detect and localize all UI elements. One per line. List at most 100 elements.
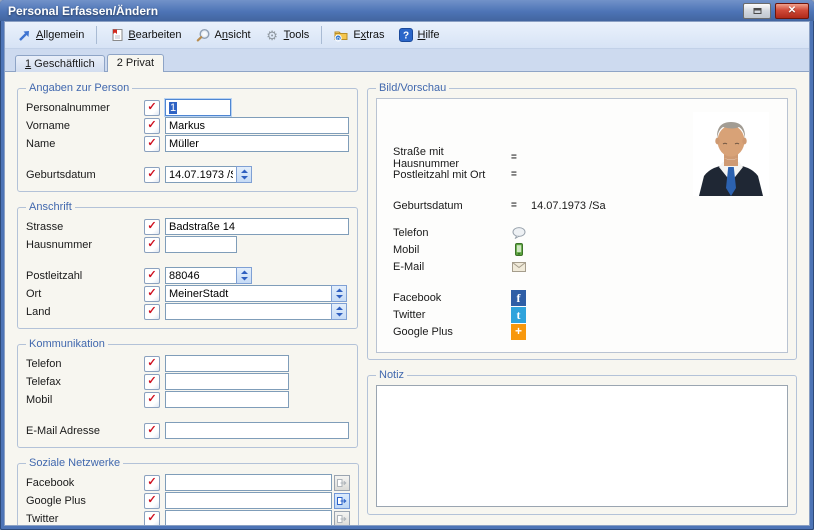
window-title: Personal Erfassen/Ändern — [8, 4, 739, 18]
geburtsdatum-label: Geburtsdatum — [26, 169, 144, 181]
telefon-label: Telefon — [26, 358, 144, 370]
spinner-icon — [335, 288, 344, 299]
group-angaben-zur-person: Angaben zur Person Personalnummer ✓ 1 Vo… — [17, 82, 358, 192]
portrait-photo — [693, 112, 769, 196]
toolbar-allgemein[interactable]: Allgemein — [11, 26, 90, 45]
facebook-label: Facebook — [26, 477, 144, 489]
toolbar-ansicht[interactable]: Ansicht — [190, 26, 257, 45]
group-kommunikation: Kommunikation Telefon ✓ Telefax ✓ Mobil … — [17, 338, 358, 448]
twitter-label: Twitter — [26, 513, 144, 525]
land-input[interactable] — [165, 303, 332, 320]
preview-google-plus-label: Google Plus — [393, 326, 511, 338]
postleitzahl-spinner[interactable] — [236, 267, 252, 284]
email-adresse-label: E-Mail Adresse — [26, 425, 144, 437]
preview-geburtsdatum-label: Geburtsdatum — [393, 200, 511, 212]
close-button[interactable]: ✕ — [775, 3, 809, 19]
phone-bubble-icon — [511, 225, 527, 241]
equals-sign: = — [511, 152, 525, 163]
preview-mobil-label: Mobil — [393, 244, 511, 256]
strasse-input[interactable] — [165, 218, 349, 235]
notiz-textarea[interactable] — [376, 385, 788, 507]
magnifier-icon — [196, 28, 211, 43]
envelope-icon — [511, 259, 527, 275]
group-title: Bild/Vorschau — [376, 82, 449, 94]
preview-strasse-label: Straße mit Hausnummer — [393, 146, 511, 170]
open-link-icon — [337, 478, 347, 488]
preview-email-label: E-Mail — [393, 261, 511, 273]
google-plus-input[interactable] — [165, 492, 332, 509]
group-title: Angaben zur Person — [26, 82, 132, 94]
svg-text:?: ? — [403, 31, 409, 42]
check-icon[interactable]: ✓ — [144, 475, 160, 491]
restore-button[interactable] — [743, 3, 771, 19]
check-icon[interactable]: ✓ — [144, 286, 160, 302]
tab-privat[interactable]: 2 Privat — [107, 54, 164, 72]
postleitzahl-label: Postleitzahl — [26, 270, 144, 282]
preview-telefon-label: Telefon — [393, 227, 511, 239]
title-bar[interactable]: Personal Erfassen/Ändern ✕ — [0, 0, 814, 21]
group-title: Soziale Netzwerke — [26, 457, 123, 469]
check-icon[interactable]: ✓ — [144, 511, 160, 526]
check-icon[interactable]: ✓ — [144, 392, 160, 408]
ort-input[interactable] — [165, 285, 332, 302]
check-icon[interactable]: ✓ — [144, 136, 160, 152]
gear-icon: ⚙ — [265, 28, 280, 43]
tab-strip: 1 Geschäftlich 2 Privat — [5, 49, 809, 71]
twitter-input[interactable] — [165, 510, 332, 525]
email-adresse-input[interactable] — [165, 422, 349, 439]
toolbar-tools[interactable]: ⚙ Tools — [259, 26, 316, 45]
left-column: Angaben zur Person Personalnummer ✓ 1 Vo… — [17, 82, 355, 517]
right-column: Bild/Vorschau — [367, 82, 797, 517]
restore-icon — [753, 7, 762, 15]
check-icon[interactable]: ✓ — [144, 219, 160, 235]
telefax-input[interactable] — [165, 373, 289, 390]
tab-content-privat: Angaben zur Person Personalnummer ✓ 1 Vo… — [5, 71, 809, 525]
open-link-icon — [337, 496, 347, 506]
mobil-label: Mobil — [26, 394, 144, 406]
toolbar-bearbeiten[interactable]: Bearbeiten — [103, 26, 187, 45]
twitter-open-button[interactable] — [334, 511, 350, 526]
vorname-input[interactable] — [165, 117, 349, 134]
app-window: Personal Erfassen/Ändern ✕ Allgemein — [0, 0, 814, 530]
google-plus-label: Google Plus — [26, 495, 144, 507]
main-toolbar: Allgemein Bearbeiten Ansicht ⚙ Tools — [5, 22, 809, 49]
check-icon[interactable]: ✓ — [144, 356, 160, 372]
facebook-open-button[interactable] — [334, 475, 350, 491]
name-label: Name — [26, 138, 144, 150]
mobil-input[interactable] — [165, 391, 289, 408]
personalnummer-label: Personalnummer — [26, 102, 144, 114]
personalnummer-input[interactable]: 1 — [165, 99, 231, 116]
mobile-phone-icon — [511, 242, 527, 258]
check-icon[interactable]: ✓ — [144, 268, 160, 284]
toolbar-hilfe[interactable]: ? Hilfe — [393, 26, 446, 45]
ort-label: Ort — [26, 288, 144, 300]
check-icon[interactable]: ✓ — [144, 167, 160, 183]
geburtsdatum-input[interactable] — [165, 166, 237, 183]
spinner-icon — [335, 306, 344, 317]
group-anschrift: Anschrift Strasse ✓ Hausnummer ✓ Postlei… — [17, 201, 358, 329]
spinner-icon — [240, 270, 249, 281]
geburtsdatum-spinner[interactable] — [236, 166, 252, 183]
check-icon[interactable]: ✓ — [144, 118, 160, 134]
group-bild-vorschau: Bild/Vorschau — [367, 82, 797, 360]
google-plus-open-button[interactable] — [334, 493, 350, 509]
check-icon[interactable]: ✓ — [144, 304, 160, 320]
group-notiz: Notiz — [367, 369, 797, 515]
check-icon[interactable]: ✓ — [144, 493, 160, 509]
postleitzahl-input[interactable] — [165, 267, 237, 284]
check-icon[interactable]: ✓ — [144, 374, 160, 390]
facebook-input[interactable] — [165, 474, 332, 491]
preview-facebook-label: Facebook — [393, 292, 511, 304]
toolbar-extras[interactable]: o Extras — [328, 26, 390, 45]
telefon-input[interactable] — [165, 355, 289, 372]
name-input[interactable] — [165, 135, 349, 152]
telefax-label: Telefax — [26, 376, 144, 388]
check-icon[interactable]: ✓ — [144, 237, 160, 253]
ort-dropdown-button[interactable] — [331, 285, 347, 302]
hausnummer-input[interactable] — [165, 236, 237, 253]
land-dropdown-button[interactable] — [331, 303, 347, 320]
check-icon[interactable]: ✓ — [144, 100, 160, 116]
tab-geschaeftlich[interactable]: 1 Geschäftlich — [15, 55, 105, 72]
land-label: Land — [26, 306, 144, 318]
check-icon[interactable]: ✓ — [144, 423, 160, 439]
